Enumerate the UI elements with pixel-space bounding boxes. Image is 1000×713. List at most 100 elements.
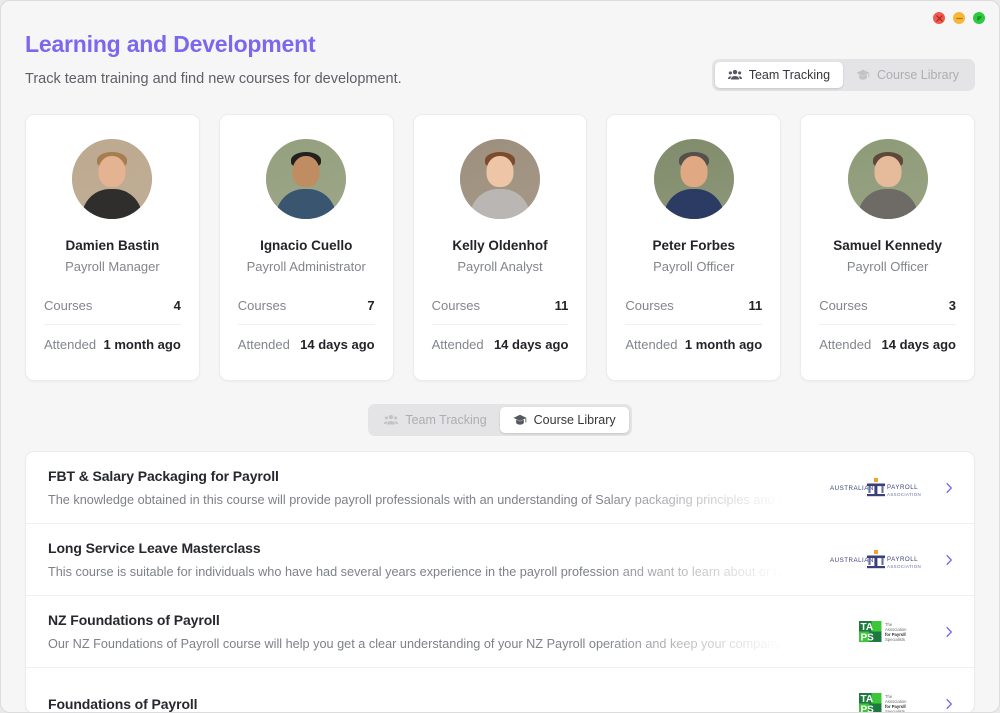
- attended-label: Attended: [625, 337, 678, 352]
- member-role: Payroll Officer: [653, 259, 735, 274]
- app-window: Learning and Development Track team trai…: [0, 0, 1000, 713]
- page-title: Learning and Development: [25, 31, 316, 57]
- course-text: FBT & Salary Packaging for Payroll The kn…: [48, 468, 816, 507]
- svg-text:ASSOCIATION: ASSOCIATION: [887, 492, 921, 497]
- team-member-card[interactable]: Damien Bastin Payroll Manager Courses 4 Atte…: [25, 114, 200, 381]
- course-row[interactable]: Foundations of Payroll TA PS The Association…: [26, 668, 974, 713]
- course-description: This course is suitable for individuals …: [48, 565, 806, 579]
- svg-text:PS: PS: [861, 632, 875, 643]
- course-title: Long Service Leave Masterclass: [48, 540, 261, 556]
- chevron-right-icon[interactable]: [942, 481, 956, 495]
- svg-text:PAYROLL: PAYROLL: [887, 556, 918, 563]
- team-member-card[interactable]: Peter Forbes Payroll Officer Courses 11 Atte…: [606, 114, 782, 381]
- provider-logo-taps: TA PS The Association for Payroll Specialists: [856, 689, 928, 713]
- graduation-cap-icon: [856, 68, 870, 82]
- provider-logo-taps: TA PS The Association for Payroll Specialists: [856, 617, 928, 647]
- team-member-list: Damien Bastin Payroll Manager Courses 4 Atte…: [25, 114, 975, 381]
- course-row[interactable]: NZ Foundations of Payroll Our NZ Foundati…: [26, 596, 974, 668]
- tab-course-library-top[interactable]: Course Library: [843, 62, 972, 88]
- course-text: Foundations of Payroll: [48, 696, 816, 712]
- attended-label: Attended: [237, 337, 290, 352]
- member-name: Ignacio Cuello: [260, 238, 353, 253]
- tab-course-library-middle[interactable]: Course Library: [499, 407, 629, 433]
- svg-text:Specialists: Specialists: [885, 709, 905, 713]
- attended-value: 14 days ago: [300, 337, 375, 352]
- member-attended-stat: Attended 14 days ago: [238, 325, 375, 364]
- member-courses-stat: Courses 11: [625, 286, 763, 325]
- view-toggle-top: Team Tracking Course Library: [711, 59, 975, 91]
- graduation-cap-icon: [513, 413, 527, 427]
- courses-label: Courses: [625, 298, 674, 313]
- attended-label: Attended: [819, 337, 872, 352]
- segmented-control: Team Tracking Course Library: [368, 404, 632, 436]
- chevron-right-icon[interactable]: [942, 553, 956, 567]
- avatar: [266, 139, 347, 219]
- course-title: FBT & Salary Packaging for Payroll: [48, 468, 279, 484]
- attended-value: 1 month ago: [684, 337, 763, 352]
- tab-team-tracking-middle[interactable]: Team Tracking: [371, 407, 499, 433]
- minimize-button[interactable]: [953, 12, 965, 24]
- courses-value: 11: [554, 298, 569, 313]
- provider-logo-australian-payroll-association: AUSTRALIAN PAYROLL ASSOCIATION: [828, 473, 928, 503]
- course-row[interactable]: FBT & Salary Packaging for Payroll The kn…: [26, 452, 974, 524]
- attended-value: 14 days ago: [881, 337, 956, 352]
- member-courses-stat: Courses 3: [819, 286, 956, 325]
- users-icon: [384, 413, 399, 427]
- chevron-right-icon[interactable]: [942, 697, 956, 711]
- tab-team-tracking-top[interactable]: Team Tracking: [714, 62, 844, 88]
- courses-label: Courses: [819, 298, 868, 313]
- avatar: [72, 139, 153, 219]
- course-text: NZ Foundations of Payroll Our NZ Foundati…: [48, 612, 816, 651]
- tab-label: Team Tracking: [748, 68, 831, 82]
- svg-text:TA: TA: [861, 622, 874, 633]
- member-attended-stat: Attended 14 days ago: [819, 325, 956, 364]
- course-row-right: AUSTRALIAN PAYROLL ASSOCIATION: [816, 473, 956, 503]
- close-button[interactable]: [933, 12, 945, 24]
- chevron-right-icon[interactable]: [942, 625, 956, 639]
- svg-text:Specialists: Specialists: [885, 637, 905, 642]
- course-row[interactable]: Long Service Leave Masterclass This cours…: [26, 524, 974, 596]
- member-name: Kelly Oldenhof: [452, 238, 548, 253]
- course-list: FBT & Salary Packaging for Payroll The kn…: [26, 452, 974, 713]
- course-row-right: TA PS The Association for Payroll Specialists: [816, 617, 956, 647]
- tab-label: Team Tracking: [405, 413, 487, 427]
- users-icon: [727, 68, 742, 82]
- course-library-panel: FBT & Salary Packaging for Payroll The kn…: [25, 451, 975, 713]
- maximize-button[interactable]: [973, 12, 985, 24]
- courses-label: Courses: [237, 298, 287, 313]
- course-text: Long Service Leave Masterclass This cours…: [48, 540, 816, 579]
- tab-label: Course Library: [877, 68, 959, 82]
- course-row-right: AUSTRALIAN PAYROLL ASSOCIATION: [816, 545, 956, 575]
- course-title: Foundations of Payroll: [48, 696, 198, 712]
- member-role: Payroll Administrator: [246, 259, 366, 274]
- svg-text:PS: PS: [861, 705, 875, 713]
- avatar: [847, 139, 928, 219]
- avatar: [653, 139, 734, 219]
- attended-value: 14 days ago: [493, 337, 569, 352]
- attended-label: Attended: [431, 337, 484, 352]
- tab-label: Course Library: [533, 413, 616, 427]
- courses-label: Courses: [44, 298, 93, 313]
- courses-value: 7: [367, 298, 375, 313]
- member-attended-stat: Attended 1 month ago: [625, 325, 762, 364]
- attended-label: Attended: [44, 337, 97, 352]
- provider-logo-australian-payroll-association: AUSTRALIAN PAYROLL ASSOCIATION: [828, 545, 928, 575]
- attended-value: 1 month ago: [103, 337, 181, 352]
- courses-value: 4: [173, 298, 181, 313]
- window-controls: [933, 12, 985, 24]
- member-courses-stat: Courses 11: [431, 286, 569, 325]
- member-role: Payroll Manager: [65, 259, 160, 274]
- member-courses-stat: Courses 7: [237, 286, 375, 325]
- member-role: Payroll Analyst: [457, 259, 543, 274]
- member-courses-stat: Courses 4: [44, 286, 181, 325]
- course-title: NZ Foundations of Payroll: [48, 612, 220, 628]
- courses-value: 11: [748, 298, 763, 313]
- svg-text:TA: TA: [861, 694, 874, 705]
- team-member-card[interactable]: Samuel Kennedy Payroll Officer Courses 3 Att…: [800, 114, 975, 381]
- team-member-card[interactable]: Ignacio Cuello Payroll Administrator Cours…: [218, 114, 394, 381]
- avatar: [459, 139, 540, 219]
- member-attended-stat: Attended 14 days ago: [432, 325, 569, 364]
- courses-label: Courses: [431, 298, 481, 313]
- course-description: The knowledge obtained in this course wi…: [48, 493, 806, 507]
- team-member-card[interactable]: Kelly Oldenhof Payroll Analyst Courses 11 At…: [412, 114, 588, 381]
